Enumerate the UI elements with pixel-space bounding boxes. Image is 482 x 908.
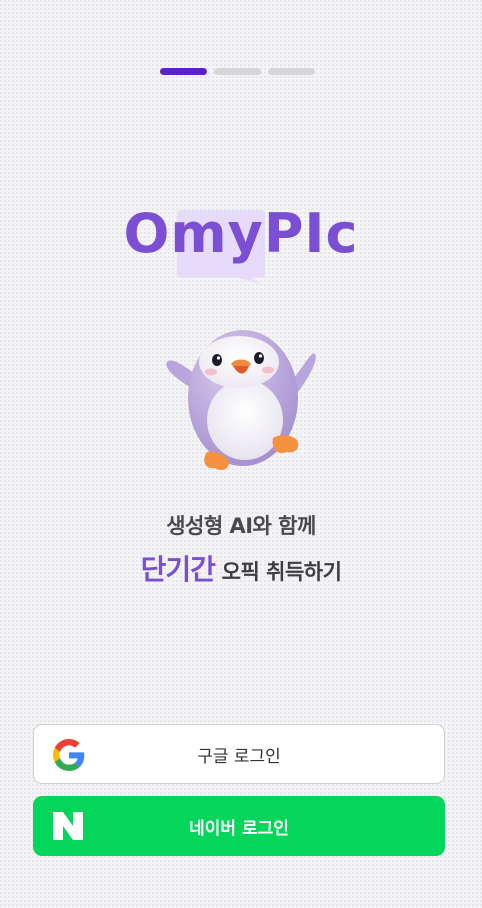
tagline-rest: 오픽 취득하기 (214, 560, 342, 584)
naver-icon (53, 812, 83, 840)
tagline-accent: 단기간 (140, 553, 216, 586)
google-login-button[interactable]: 구글 로그인 (33, 724, 445, 784)
page-indicator-dot[interactable] (214, 68, 261, 75)
page-indicator-dot[interactable] (268, 68, 315, 75)
naver-login-button[interactable]: 네이버 로그인 (33, 796, 445, 856)
penguin-mascot-icon (166, 330, 316, 470)
naver-login-label: 네이버 로그인 (189, 818, 289, 839)
google-login-label: 구글 로그인 (197, 746, 281, 767)
tagline-line2: 단기간 오픽 취득하기 (0, 548, 482, 588)
logo-text: OmyPIc (123, 202, 359, 265)
page-indicator-dot-active[interactable] (160, 68, 207, 75)
app-logo: OmyPIc (0, 200, 482, 290)
page-indicator (160, 68, 315, 75)
tagline-line1: 생성형 AI와 함께 (166, 514, 316, 538)
google-icon (53, 739, 85, 771)
